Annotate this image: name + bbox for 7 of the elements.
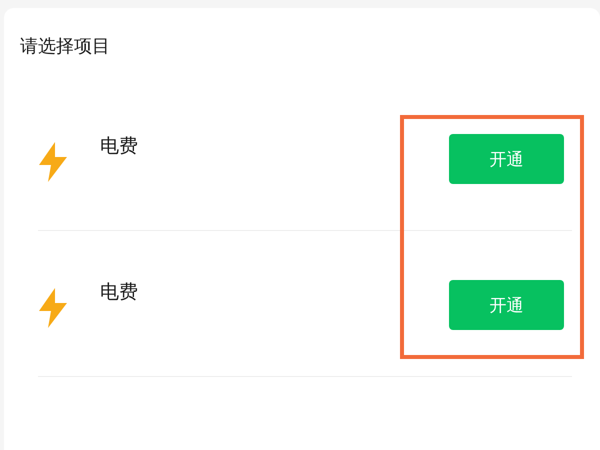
item-label: 电费 bbox=[100, 280, 139, 304]
item-label: 电费 bbox=[100, 134, 139, 158]
activate-button[interactable]: 开通 bbox=[449, 280, 564, 330]
lightning-icon bbox=[38, 288, 68, 328]
activate-button[interactable]: 开通 bbox=[449, 134, 564, 184]
section-title: 请选择项目 bbox=[19, 35, 111, 58]
lightning-icon bbox=[38, 142, 68, 182]
